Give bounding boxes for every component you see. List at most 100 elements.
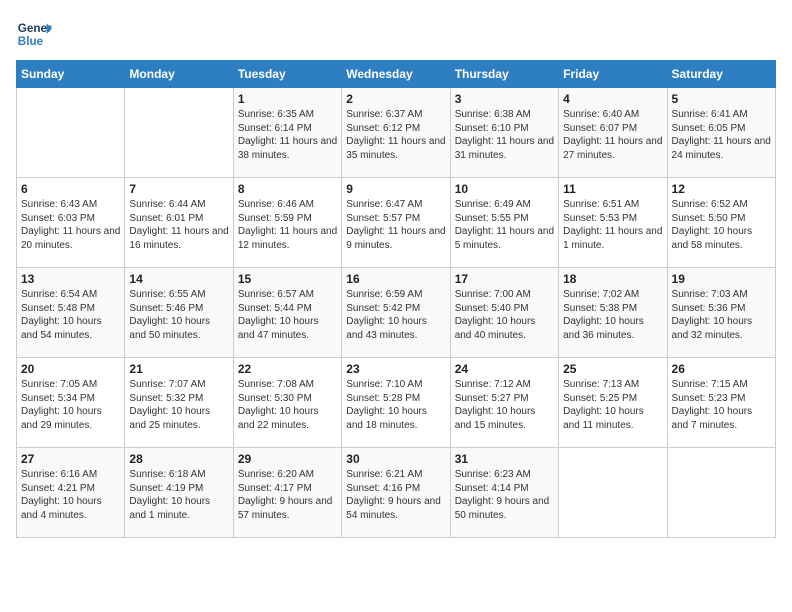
day-info: Sunrise: 6:21 AM Sunset: 4:16 PM Dayligh… (346, 468, 445, 522)
day-number: 15 (238, 272, 337, 286)
day-number: 8 (238, 182, 337, 196)
day-number: 24 (455, 362, 554, 376)
calendar-cell: 14 Sunrise: 6:55 AM Sunset: 5:46 PM Dayli… (125, 268, 233, 358)
day-number: 13 (21, 272, 120, 286)
day-number: 30 (346, 452, 445, 466)
calendar-cell: 29Sunrise: 6:20 AM Sunset: 4:17 PM Dayli… (233, 448, 341, 538)
calendar-cell: 8 Sunrise: 6:46 AM Sunset: 5:59 PM Daylig… (233, 178, 341, 268)
day-info: Sunrise: 6:46 AM Sunset: 5:59 PM Dayligh… (238, 198, 337, 252)
day-info: Sunrise: 7:02 AM Sunset: 5:38 PM Dayligh… (563, 288, 662, 342)
calendar-cell: 18 Sunrise: 7:02 AM Sunset: 5:38 PM Dayli… (559, 268, 667, 358)
calendar-cell: 25 Sunrise: 7:13 AM Sunset: 5:25 PM Dayli… (559, 358, 667, 448)
calendar-cell: 16 Sunrise: 6:59 AM Sunset: 5:42 PM Dayli… (342, 268, 450, 358)
day-header-sunday: Sunday (17, 61, 125, 88)
calendar-cell: 1Sunrise: 6:35 AM Sunset: 6:14 PM Daylig… (233, 88, 341, 178)
calendar-cell (17, 88, 125, 178)
day-header-monday: Monday (125, 61, 233, 88)
calendar-cell: 21 Sunrise: 7:07 AM Sunset: 5:32 PM Dayli… (125, 358, 233, 448)
day-header-wednesday: Wednesday (342, 61, 450, 88)
day-number: 23 (346, 362, 445, 376)
calendar-cell: 4 Sunrise: 6:40 AM Sunset: 6:07 PM Daylig… (559, 88, 667, 178)
week-row-5: 27Sunrise: 6:16 AM Sunset: 4:21 PM Dayli… (17, 448, 776, 538)
svg-text:Blue: Blue (18, 35, 44, 48)
day-info: Sunrise: 6:18 AM Sunset: 4:19 PM Dayligh… (129, 468, 228, 522)
calendar-cell: 17 Sunrise: 7:00 AM Sunset: 5:40 PM Dayli… (450, 268, 558, 358)
day-info: Sunrise: 6:38 AM Sunset: 6:10 PM Dayligh… (455, 108, 554, 162)
day-info: Sunrise: 6:59 AM Sunset: 5:42 PM Dayligh… (346, 288, 445, 342)
calendar-cell: 7 Sunrise: 6:44 AM Sunset: 6:01 PM Daylig… (125, 178, 233, 268)
day-number: 26 (672, 362, 771, 376)
day-number: 31 (455, 452, 554, 466)
day-number: 2 (346, 92, 445, 106)
calendar-cell: 2 Sunrise: 6:37 AM Sunset: 6:12 PM Daylig… (342, 88, 450, 178)
day-number: 10 (455, 182, 554, 196)
calendar-header-row: SundayMondayTuesdayWednesdayThursdayFrid… (17, 61, 776, 88)
calendar-cell: 31 Sunrise: 6:23 AM Sunset: 4:14 PM Dayli… (450, 448, 558, 538)
day-info: Sunrise: 6:41 AM Sunset: 6:05 PM Dayligh… (672, 108, 771, 162)
calendar-cell (125, 88, 233, 178)
calendar-cell: 27Sunrise: 6:16 AM Sunset: 4:21 PM Dayli… (17, 448, 125, 538)
day-number: 4 (563, 92, 662, 106)
day-info: Sunrise: 6:44 AM Sunset: 6:01 PM Dayligh… (129, 198, 228, 252)
day-number: 6 (21, 182, 120, 196)
day-info: Sunrise: 6:51 AM Sunset: 5:53 PM Dayligh… (563, 198, 662, 252)
day-header-tuesday: Tuesday (233, 61, 341, 88)
day-info: Sunrise: 7:07 AM Sunset: 5:32 PM Dayligh… (129, 378, 228, 432)
calendar-cell (559, 448, 667, 538)
day-header-saturday: Saturday (667, 61, 775, 88)
week-row-2: 6 Sunrise: 6:43 AM Sunset: 6:03 PM Daylig… (17, 178, 776, 268)
calendar-cell: 24Sunrise: 7:12 AM Sunset: 5:27 PM Dayli… (450, 358, 558, 448)
day-info: Sunrise: 7:10 AM Sunset: 5:28 PM Dayligh… (346, 378, 445, 432)
calendar-cell: 11 Sunrise: 6:51 AM Sunset: 5:53 PM Dayli… (559, 178, 667, 268)
calendar-cell: 13Sunrise: 6:54 AM Sunset: 5:48 PM Dayli… (17, 268, 125, 358)
day-number: 21 (129, 362, 228, 376)
day-info: Sunrise: 6:43 AM Sunset: 6:03 PM Dayligh… (21, 198, 120, 252)
week-row-1: 1Sunrise: 6:35 AM Sunset: 6:14 PM Daylig… (17, 88, 776, 178)
week-row-3: 13Sunrise: 6:54 AM Sunset: 5:48 PM Dayli… (17, 268, 776, 358)
week-row-4: 20Sunrise: 7:05 AM Sunset: 5:34 PM Dayli… (17, 358, 776, 448)
calendar-cell (667, 448, 775, 538)
day-info: Sunrise: 6:40 AM Sunset: 6:07 PM Dayligh… (563, 108, 662, 162)
day-info: Sunrise: 7:08 AM Sunset: 5:30 PM Dayligh… (238, 378, 337, 432)
calendar-cell: 30 Sunrise: 6:21 AM Sunset: 4:16 PM Dayli… (342, 448, 450, 538)
day-info: Sunrise: 6:16 AM Sunset: 4:21 PM Dayligh… (21, 468, 120, 522)
day-info: Sunrise: 7:13 AM Sunset: 5:25 PM Dayligh… (563, 378, 662, 432)
day-number: 7 (129, 182, 228, 196)
page-header: General Blue (16, 16, 776, 52)
day-number: 19 (672, 272, 771, 286)
day-number: 25 (563, 362, 662, 376)
day-number: 3 (455, 92, 554, 106)
day-number: 17 (455, 272, 554, 286)
day-number: 16 (346, 272, 445, 286)
day-header-friday: Friday (559, 61, 667, 88)
logo: General Blue (16, 16, 52, 52)
calendar-cell: 10Sunrise: 6:49 AM Sunset: 5:55 PM Dayli… (450, 178, 558, 268)
day-info: Sunrise: 7:00 AM Sunset: 5:40 PM Dayligh… (455, 288, 554, 342)
calendar-cell: 23 Sunrise: 7:10 AM Sunset: 5:28 PM Dayli… (342, 358, 450, 448)
day-number: 11 (563, 182, 662, 196)
day-number: 14 (129, 272, 228, 286)
day-number: 9 (346, 182, 445, 196)
day-number: 12 (672, 182, 771, 196)
day-info: Sunrise: 6:37 AM Sunset: 6:12 PM Dayligh… (346, 108, 445, 162)
calendar-cell: 26Sunrise: 7:15 AM Sunset: 5:23 PM Dayli… (667, 358, 775, 448)
day-info: Sunrise: 6:57 AM Sunset: 5:44 PM Dayligh… (238, 288, 337, 342)
calendar-cell: 3 Sunrise: 6:38 AM Sunset: 6:10 PM Daylig… (450, 88, 558, 178)
calendar-cell: 20Sunrise: 7:05 AM Sunset: 5:34 PM Dayli… (17, 358, 125, 448)
day-number: 29 (238, 452, 337, 466)
day-number: 18 (563, 272, 662, 286)
day-header-thursday: Thursday (450, 61, 558, 88)
day-number: 22 (238, 362, 337, 376)
calendar-cell: 9 Sunrise: 6:47 AM Sunset: 5:57 PM Daylig… (342, 178, 450, 268)
day-info: Sunrise: 6:55 AM Sunset: 5:46 PM Dayligh… (129, 288, 228, 342)
day-info: Sunrise: 6:47 AM Sunset: 5:57 PM Dayligh… (346, 198, 445, 252)
day-number: 5 (672, 92, 771, 106)
day-number: 1 (238, 92, 337, 106)
calendar-cell: 5 Sunrise: 6:41 AM Sunset: 6:05 PM Daylig… (667, 88, 775, 178)
day-info: Sunrise: 6:23 AM Sunset: 4:14 PM Dayligh… (455, 468, 554, 522)
calendar-cell: 12Sunrise: 6:52 AM Sunset: 5:50 PM Dayli… (667, 178, 775, 268)
day-number: 20 (21, 362, 120, 376)
day-number: 28 (129, 452, 228, 466)
calendar-cell: 15 Sunrise: 6:57 AM Sunset: 5:44 PM Dayli… (233, 268, 341, 358)
day-info: Sunrise: 7:03 AM Sunset: 5:36 PM Dayligh… (672, 288, 771, 342)
